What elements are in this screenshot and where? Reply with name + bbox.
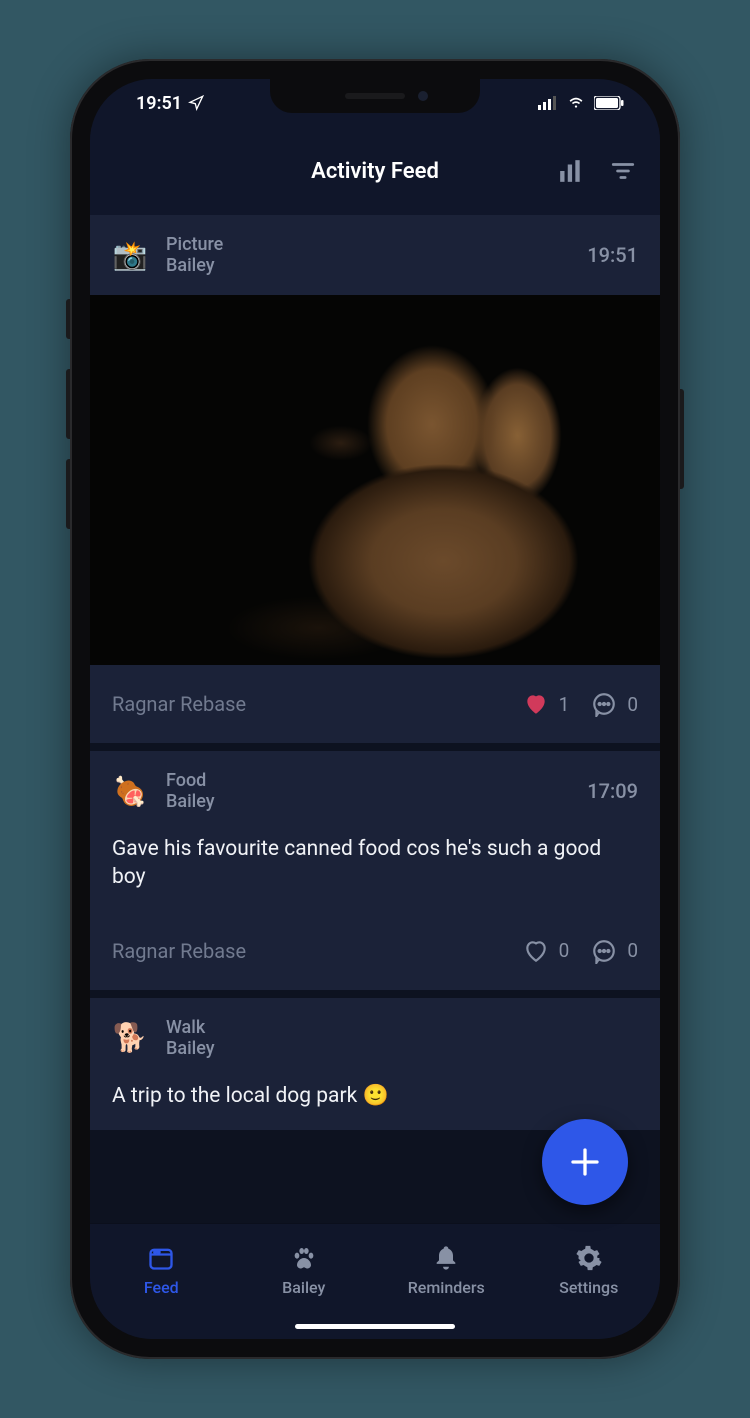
post-pet: Bailey xyxy=(166,255,569,276)
like-count: 0 xyxy=(559,939,570,962)
tab-bar: Feed Bailey Reminders Settings xyxy=(90,1223,660,1339)
like-button[interactable]: 1 xyxy=(523,691,570,717)
stats-icon[interactable] xyxy=(558,158,584,184)
comment-count: 0 xyxy=(627,693,638,716)
post-header[interactable]: 🐕 Walk Bailey xyxy=(90,998,660,1078)
comment-icon xyxy=(591,938,617,964)
bell-icon xyxy=(432,1244,460,1272)
cellular-icon xyxy=(538,96,558,110)
wifi-icon xyxy=(566,96,586,110)
spacer xyxy=(90,743,660,751)
food-icon: 🍖 xyxy=(112,775,148,808)
heart-outline-icon xyxy=(523,938,549,964)
tab-pet[interactable]: Bailey xyxy=(233,1224,376,1317)
comment-button[interactable]: 0 xyxy=(591,938,638,964)
post-footer: Ragnar Rebase 1 0 xyxy=(90,665,660,743)
activity-feed[interactable]: 📸 Picture Bailey 19:51 Ragnar Rebase 1 xyxy=(90,215,660,1223)
filter-icon[interactable] xyxy=(610,158,636,184)
tab-settings[interactable]: Settings xyxy=(518,1224,661,1317)
post-pet: Bailey xyxy=(166,1038,620,1059)
post-header[interactable]: 🍖 Food Bailey 17:09 xyxy=(90,751,660,831)
post-photo[interactable] xyxy=(90,295,660,665)
tab-reminders[interactable]: Reminders xyxy=(375,1224,518,1317)
post-author: Ragnar Rebase xyxy=(112,692,505,716)
comment-count: 0 xyxy=(627,939,638,962)
app-header: Activity Feed xyxy=(90,127,660,215)
feed-icon xyxy=(147,1244,175,1272)
gear-icon xyxy=(575,1244,603,1272)
phone-volume-down xyxy=(66,459,70,529)
comment-button[interactable]: 0 xyxy=(591,691,638,717)
tab-feed[interactable]: Feed xyxy=(90,1224,233,1317)
post-time: 17:09 xyxy=(587,779,638,803)
plus-icon xyxy=(567,1144,603,1180)
post-pet: Bailey xyxy=(166,791,569,812)
paw-icon xyxy=(290,1244,318,1272)
post-type: Walk xyxy=(166,1017,620,1038)
status-time: 19:51 xyxy=(136,93,182,114)
screen: 19:51 Activity Feed 📸 Picture xyxy=(90,79,660,1339)
add-button[interactable] xyxy=(542,1119,628,1205)
post-header[interactable]: 📸 Picture Bailey 19:51 xyxy=(90,215,660,295)
post-type: Picture xyxy=(166,234,569,255)
location-icon xyxy=(188,95,204,111)
battery-icon xyxy=(594,96,624,110)
post-author: Ragnar Rebase xyxy=(112,939,505,963)
phone-volume-up xyxy=(66,369,70,439)
post-body: Gave his favourite canned food cos he's … xyxy=(90,831,660,912)
page-title: Activity Feed xyxy=(311,159,439,184)
tab-label: Settings xyxy=(559,1278,618,1297)
tab-label: Reminders xyxy=(408,1278,485,1297)
front-camera xyxy=(418,91,428,101)
tab-label: Bailey xyxy=(282,1278,325,1297)
walk-icon: 🐕 xyxy=(112,1021,148,1054)
notch xyxy=(270,79,480,113)
phone-power-button xyxy=(680,389,684,489)
post-type: Food xyxy=(166,770,569,791)
tab-label: Feed xyxy=(144,1278,179,1297)
phone-mute-switch xyxy=(66,299,70,339)
phone-frame: 19:51 Activity Feed 📸 Picture xyxy=(70,59,680,1359)
comment-icon xyxy=(591,691,617,717)
post-time: 19:51 xyxy=(587,243,638,267)
spacer xyxy=(90,990,660,998)
home-indicator[interactable] xyxy=(295,1324,455,1329)
post-footer: Ragnar Rebase 0 0 xyxy=(90,912,660,990)
heart-filled-icon xyxy=(523,691,549,717)
camera-icon: 📸 xyxy=(112,239,148,272)
like-count: 1 xyxy=(559,693,570,716)
speaker xyxy=(345,93,405,99)
dog-photo xyxy=(90,295,660,665)
like-button[interactable]: 0 xyxy=(523,938,570,964)
